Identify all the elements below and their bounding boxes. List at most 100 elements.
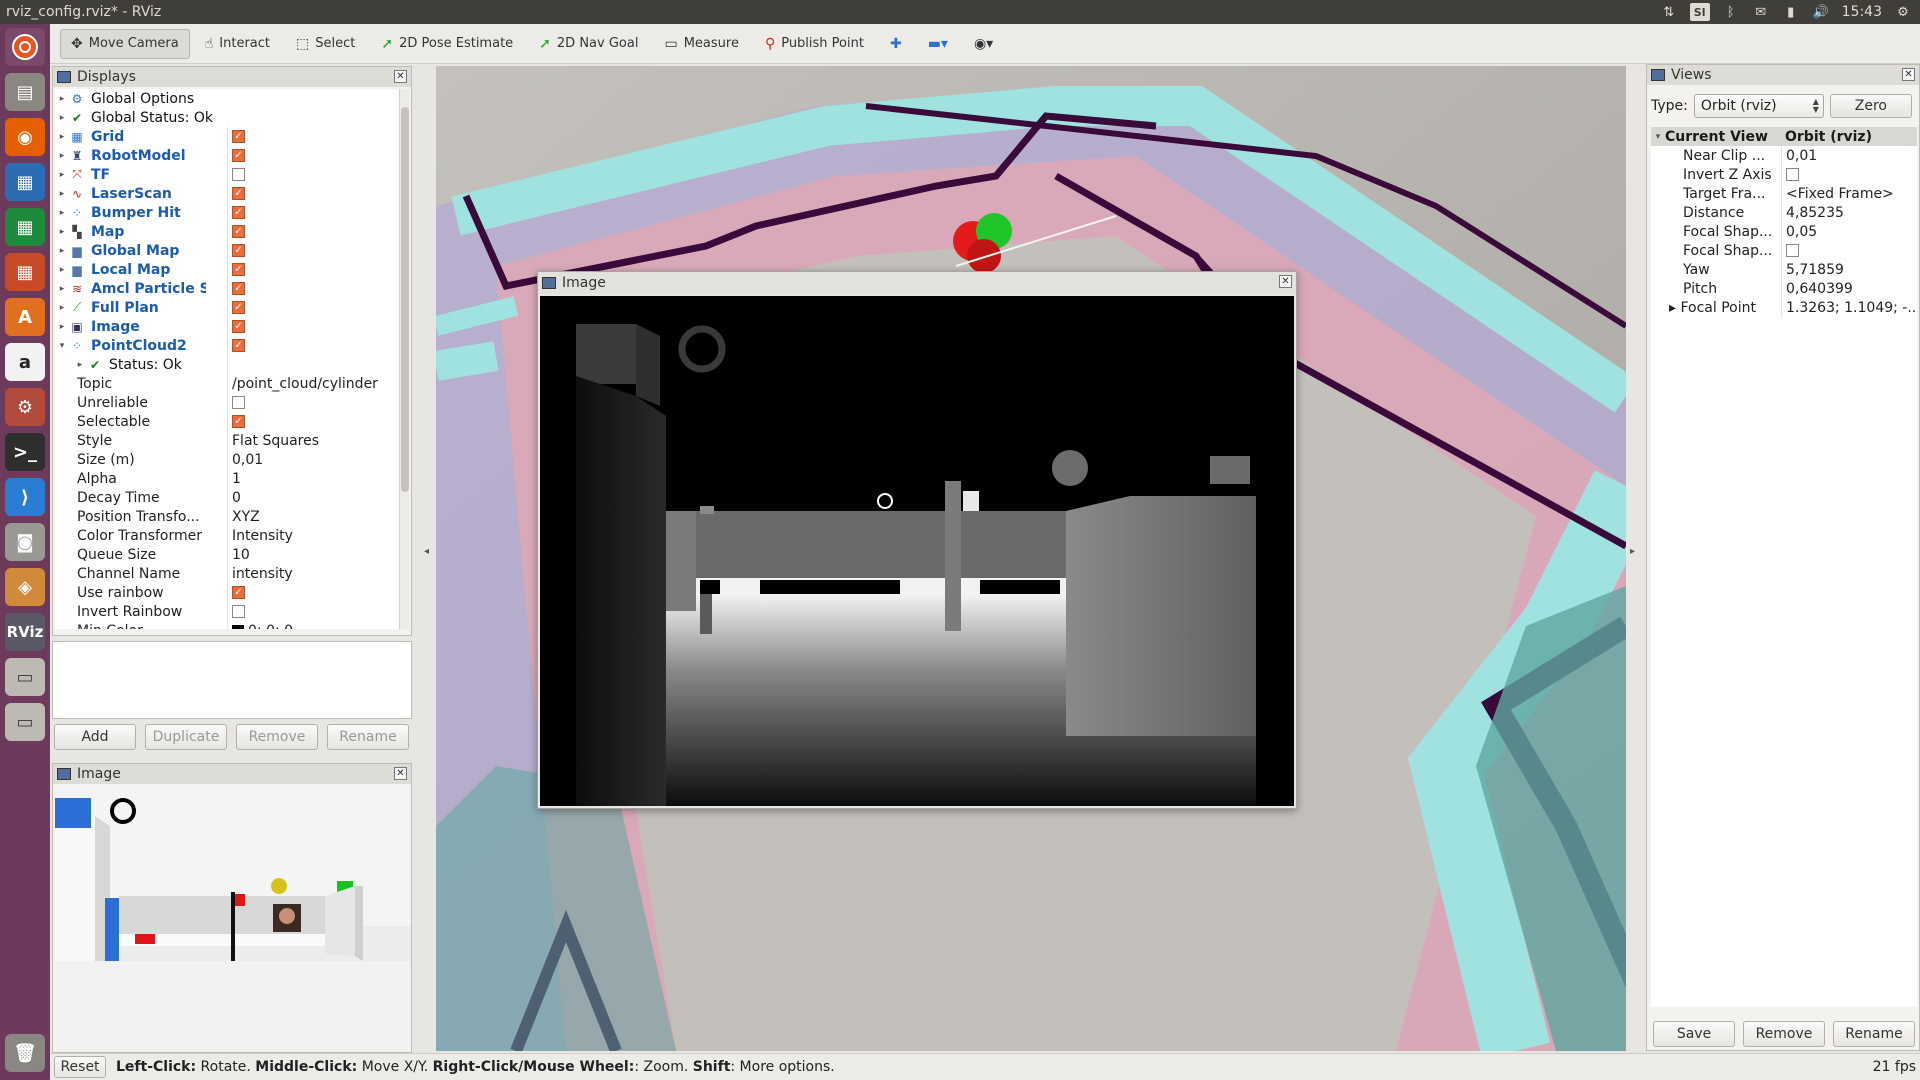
display-value[interactable]: 0 bbox=[227, 488, 241, 507]
writer-icon[interactable]: ▦ bbox=[5, 163, 45, 201]
view-property-row[interactable]: Yaw 5,71859 bbox=[1651, 260, 1917, 279]
clock[interactable]: 15:43 bbox=[1842, 4, 1882, 20]
files-icon[interactable]: ▤ bbox=[5, 73, 45, 111]
expand-arrow-icon[interactable]: ▸ bbox=[55, 227, 69, 237]
display-value[interactable] bbox=[227, 165, 245, 184]
view-property-value[interactable]: 1.3263; 1.1049; -... bbox=[1781, 298, 1917, 317]
close-icon[interactable]: ✕ bbox=[394, 767, 407, 780]
expand-arrow-icon[interactable]: ▸ bbox=[55, 303, 69, 313]
network-icon[interactable]: ⇅ bbox=[1660, 4, 1678, 20]
trash-icon[interactable]: 🗑 bbox=[5, 1034, 45, 1072]
display-row[interactable]: Position Transfo... XYZ bbox=[55, 507, 400, 526]
display-row[interactable]: ▸ ▆ Global Map ✓ bbox=[55, 241, 400, 260]
display-value[interactable]: Flat Squares bbox=[227, 431, 319, 450]
display-value[interactable]: ✓ bbox=[227, 222, 245, 241]
enable-checkbox[interactable]: ✓ bbox=[232, 225, 245, 238]
current-view-row[interactable]: ▾ Current View Orbit (rviz) bbox=[1651, 127, 1917, 146]
tool-2d-pose-estimate[interactable]: ➚ 2D Pose Estimate bbox=[370, 29, 524, 59]
display-row[interactable]: Topic/point_cloud/cylinder bbox=[55, 374, 400, 393]
duplicate-display-button[interactable]: Duplicate bbox=[145, 724, 227, 750]
display-value[interactable]: ✓ bbox=[227, 583, 245, 602]
display-row[interactable]: ▸ ⁘ Bumper Hit ✓ bbox=[55, 203, 400, 222]
enable-checkbox[interactable] bbox=[232, 396, 245, 409]
display-row[interactable]: Queue Size 10 bbox=[55, 545, 400, 564]
enable-checkbox[interactable]: ✓ bbox=[232, 130, 245, 143]
tool-select[interactable]: ⬚ Select bbox=[285, 29, 366, 59]
display-value[interactable] bbox=[227, 393, 245, 412]
display-row[interactable]: Channel Name intensity bbox=[55, 564, 400, 583]
property-checkbox[interactable] bbox=[1786, 168, 1799, 181]
rviz-icon[interactable]: RViz bbox=[5, 613, 45, 651]
display-value[interactable]: ✓ bbox=[227, 336, 245, 355]
enable-checkbox[interactable]: ✓ bbox=[232, 320, 245, 333]
expand-arrow-icon[interactable]: ▸ bbox=[73, 360, 87, 370]
view-property-value[interactable]: 0,640399 bbox=[1781, 279, 1917, 298]
rename-display-button[interactable]: Rename bbox=[327, 724, 409, 750]
tool-publish-point[interactable]: ⚲ Publish Point bbox=[754, 29, 875, 59]
expand-arrow-icon[interactable]: ▸ bbox=[55, 246, 69, 256]
enable-checkbox[interactable]: ✓ bbox=[232, 244, 245, 257]
tool-2d-nav-goal[interactable]: ➚ 2D Nav Goal bbox=[528, 29, 649, 59]
volume-icon[interactable]: 🔊 bbox=[1812, 4, 1830, 20]
view-property-row[interactable]: ▸ Focal Point 1.3263; 1.1049; -... bbox=[1651, 298, 1917, 317]
display-row[interactable]: Decay Time 0 bbox=[55, 488, 400, 507]
bluetooth-icon[interactable]: ᛒ bbox=[1722, 4, 1740, 20]
settings-gear-icon[interactable]: ⚙ bbox=[1894, 4, 1912, 20]
view-property-row[interactable]: Focal Shap... bbox=[1651, 241, 1917, 260]
scrollbar-thumb[interactable] bbox=[401, 107, 409, 492]
display-value[interactable]: /point_cloud/cylinder bbox=[227, 374, 378, 393]
tool-measure[interactable]: ▭ Measure bbox=[653, 29, 749, 59]
reset-button[interactable]: Reset bbox=[54, 1056, 106, 1078]
expand-arrow-icon[interactable]: ▾ bbox=[55, 341, 69, 351]
enable-checkbox[interactable] bbox=[232, 168, 245, 181]
view-property-value[interactable] bbox=[1781, 165, 1917, 184]
tool-move-camera[interactable]: ✥ Move Camera bbox=[60, 28, 190, 59]
view-property-value[interactable]: 5,71859 bbox=[1781, 260, 1917, 279]
display-row[interactable]: Min Color 0; 0; 0 bbox=[55, 621, 400, 629]
display-row[interactable]: ▸ ✔ Global Status: Ok bbox=[55, 108, 400, 127]
close-icon[interactable]: ✕ bbox=[1902, 68, 1915, 81]
display-value[interactable]: ✓ bbox=[227, 317, 245, 336]
drive-icon[interactable]: ▭ bbox=[5, 703, 45, 741]
display-value[interactable]: 10 bbox=[227, 545, 250, 564]
display-value[interactable]: XYZ bbox=[227, 507, 260, 526]
display-row[interactable]: Invert Rainbow bbox=[55, 602, 400, 621]
calc-icon[interactable]: ▦ bbox=[5, 208, 45, 246]
left-splitter-handle[interactable]: ◂ bbox=[424, 66, 432, 1051]
expand-arrow-icon[interactable]: ▸ bbox=[55, 170, 69, 180]
panels-menu-button[interactable]: ◉▾ bbox=[963, 29, 1004, 59]
enable-checkbox[interactable]: ✓ bbox=[232, 206, 245, 219]
display-row[interactable]: ▸ ♜ RobotModel ✓ bbox=[55, 146, 400, 165]
view-type-select[interactable]: Orbit (rviz) ▲ ▼ bbox=[1693, 94, 1824, 118]
displays-tree[interactable]: ▸ ⚙ Global Options ▸ ✔ Global Status: Ok ▸ ▦ Gri… bbox=[55, 89, 400, 629]
enable-checkbox[interactable]: ✓ bbox=[232, 282, 245, 295]
close-icon[interactable]: ✕ bbox=[1279, 275, 1292, 288]
save-view-button[interactable]: Save bbox=[1653, 1021, 1735, 1047]
display-row[interactable]: ▸ ⤧ TF bbox=[55, 165, 400, 184]
display-value[interactable]: ✓ bbox=[227, 184, 245, 203]
display-row[interactable]: ▸ ∿ LaserScan ✓ bbox=[55, 184, 400, 203]
expand-arrow-icon[interactable]: ▸ bbox=[55, 113, 69, 123]
view-properties-tree[interactable]: ▾ Current View Orbit (rviz) Near Clip ..… bbox=[1651, 127, 1917, 1007]
display-row[interactable]: Style Flat Squares bbox=[55, 431, 400, 450]
display-value[interactable]: ✓ bbox=[227, 146, 245, 165]
expand-arrow-icon[interactable]: ▸ bbox=[55, 151, 69, 161]
enable-checkbox[interactable]: ✓ bbox=[232, 149, 245, 162]
display-value[interactable] bbox=[227, 602, 245, 621]
mail-icon[interactable]: ✉ bbox=[1752, 4, 1770, 20]
display-value[interactable]: ✓ bbox=[227, 279, 245, 298]
tool-interact[interactable]: ☝ Interact bbox=[194, 29, 281, 59]
image-window-header[interactable]: Image ✕ bbox=[538, 272, 1296, 294]
display-row[interactable]: Color Transformer Intensity bbox=[55, 526, 400, 545]
display-row[interactable]: ▸ ▦ Grid ✓ bbox=[55, 127, 400, 146]
view-property-value[interactable]: 0,01 bbox=[1781, 146, 1917, 165]
collapse-arrow-icon[interactable]: ▾ bbox=[1651, 132, 1665, 142]
display-row[interactable]: Alpha 1 bbox=[55, 469, 400, 488]
enable-checkbox[interactable]: ✓ bbox=[232, 301, 245, 314]
floating-image-window[interactable]: Image ✕ bbox=[537, 271, 1297, 809]
keyboard-layout-indicator[interactable]: Sl bbox=[1689, 3, 1710, 21]
view-property-row[interactable]: Distance 4,85235 bbox=[1651, 203, 1917, 222]
package-icon[interactable]: ◈ bbox=[5, 568, 45, 606]
display-value[interactable]: ✓ bbox=[227, 260, 245, 279]
enable-checkbox[interactable]: ✓ bbox=[232, 339, 245, 352]
